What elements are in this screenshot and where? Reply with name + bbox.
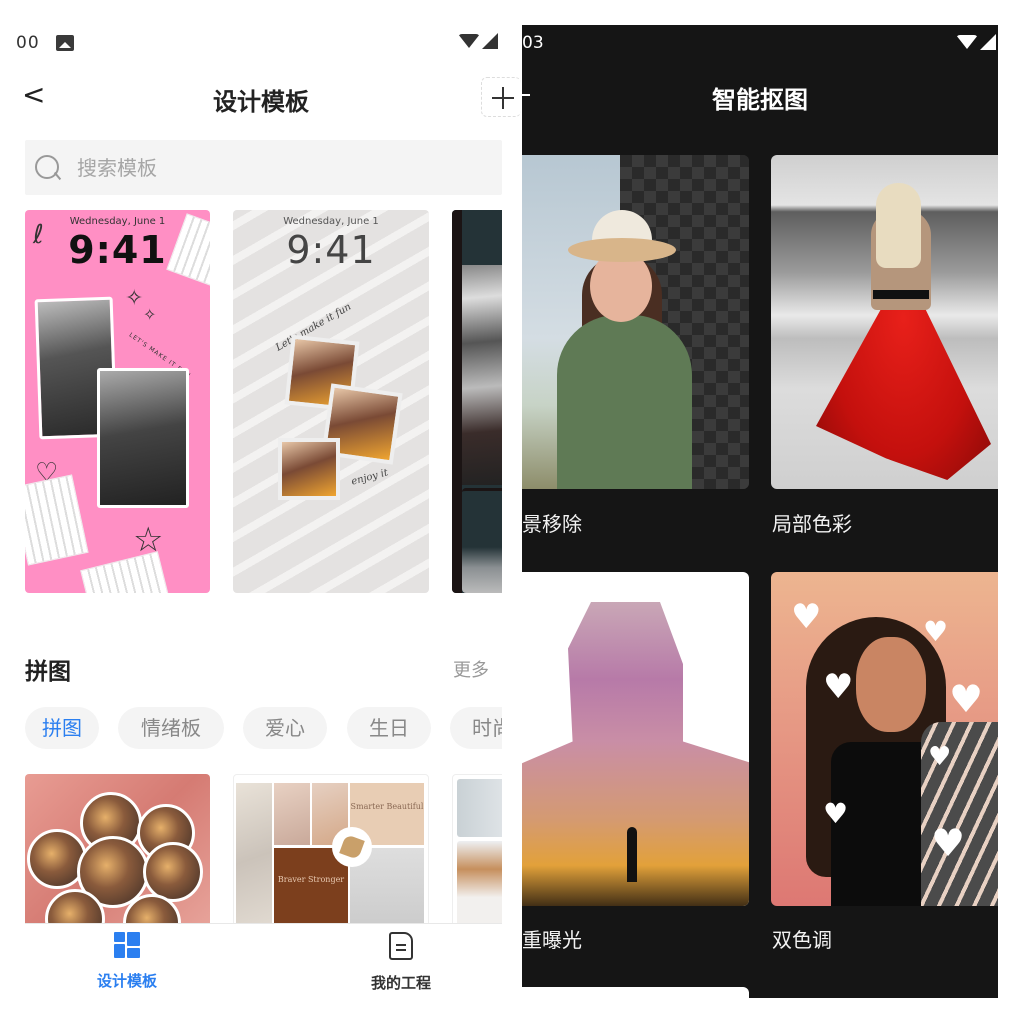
tab-label: 我的工程 bbox=[370, 974, 431, 992]
template-photo bbox=[462, 265, 502, 485]
bottom-nav: 设计模板 我的工程 bbox=[25, 923, 502, 1003]
status-bar-left: 00 bbox=[16, 30, 74, 56]
chip-fashion[interactable]: 时尚 bbox=[450, 707, 502, 749]
status-time: 00 bbox=[16, 33, 40, 53]
feature-photo bbox=[557, 315, 692, 489]
feature-card-color-splash[interactable] bbox=[771, 155, 998, 489]
add-button[interactable] bbox=[481, 77, 521, 117]
feature-card-double-exposure[interactable] bbox=[522, 572, 749, 906]
wifi-icon bbox=[956, 35, 978, 49]
chip-birthday[interactable]: 生日 bbox=[347, 707, 431, 749]
heart-icon: ♥ bbox=[791, 597, 822, 637]
status-time: 03 bbox=[522, 33, 544, 53]
search-icon bbox=[33, 153, 63, 183]
section-header: 拼图 更多 bbox=[25, 652, 495, 686]
flower-icon bbox=[332, 827, 372, 867]
image-icon bbox=[55, 35, 74, 51]
template-card[interactable]: Wednesday, June 1 9:41 ℓ ✧ ✧ LET'S MAKE … bbox=[25, 210, 210, 593]
paper-decoration bbox=[25, 474, 89, 566]
sparkle-doodle-icon: ✧ bbox=[125, 286, 144, 311]
star-doodle-icon: ☆ bbox=[133, 520, 164, 560]
top-nav-bar: < 设计模板 bbox=[0, 70, 522, 122]
template-photo bbox=[462, 488, 502, 593]
moodboard-text: Braver Stronger bbox=[277, 875, 345, 884]
collage-card[interactable] bbox=[452, 774, 502, 924]
feature-label[interactable]: 景移除 bbox=[522, 508, 582, 537]
feature-label[interactable]: 双色调 bbox=[772, 924, 832, 953]
collage-carousel[interactable]: Smarter Beautiful Braver Stronger bbox=[25, 774, 502, 924]
heart-icon: ♥ bbox=[931, 821, 966, 865]
feature-label[interactable]: 局部色彩 bbox=[772, 508, 852, 537]
template-grid-icon bbox=[114, 932, 140, 958]
moodboard-text: Smarter Beautiful bbox=[350, 802, 424, 811]
collage-card[interactable]: Smarter Beautiful Braver Stronger bbox=[233, 774, 429, 924]
category-chips: 拼图 情绪板 爱心 生日 时尚 bbox=[25, 707, 502, 751]
chip-moodboard[interactable]: 情绪板 bbox=[118, 707, 224, 749]
collage-card[interactable] bbox=[25, 774, 210, 924]
heart-icon: ♥ bbox=[823, 667, 854, 707]
chip-love[interactable]: 爱心 bbox=[243, 707, 327, 749]
tab-my-projects[interactable]: 我的工程 bbox=[341, 932, 461, 993]
template-card[interactable] bbox=[452, 210, 502, 593]
feature-card-duotone[interactable]: ♥ ♥ ♥ ♥ ♥ ♥ ♥ bbox=[771, 572, 998, 906]
wifi-icon bbox=[458, 34, 480, 48]
collage-photo bbox=[143, 842, 203, 902]
heart-icon: ♥ bbox=[823, 797, 849, 830]
page-title: 设计模板 bbox=[213, 88, 309, 116]
search-input[interactable] bbox=[77, 155, 457, 180]
sparkle-doodle-icon: ✧ bbox=[143, 305, 157, 324]
more-link[interactable]: 更多 bbox=[453, 656, 489, 682]
document-icon bbox=[389, 932, 413, 960]
swirl-doodle-icon: ℓ bbox=[33, 220, 44, 250]
template-carousel[interactable]: Wednesday, June 1 9:41 ℓ ✧ ✧ LET'S MAKE … bbox=[25, 210, 502, 594]
search-bar[interactable] bbox=[25, 140, 502, 195]
heart-icon: ♥ bbox=[949, 677, 984, 721]
heart-icon: ♥ bbox=[923, 615, 949, 648]
signal-icon bbox=[980, 34, 996, 50]
lock-date: Wednesday, June 1 bbox=[69, 216, 166, 227]
feature-card-partial[interactable] bbox=[522, 987, 749, 998]
template-photo bbox=[97, 368, 189, 508]
section-title: 拼图 bbox=[25, 659, 71, 685]
heart-icon: ♥ bbox=[928, 742, 952, 772]
status-icons bbox=[458, 33, 498, 49]
tab-label: 设计模板 bbox=[96, 972, 157, 990]
signal-icon bbox=[482, 33, 498, 49]
right-screen-smart-cutout: 03 智能抠图 景移除 局部色彩 重曝光 ♥ ♥ ♥ ♥ ♥ ♥ ♥ 双色调 bbox=[522, 25, 998, 998]
page-title: 智能抠图 bbox=[712, 86, 808, 114]
left-screen-design-templates: 00 < 设计模板 Wednesday, June 1 9:41 ℓ ✧ ✧ L… bbox=[0, 0, 522, 1024]
lock-time: 9:41 bbox=[286, 228, 376, 272]
tab-design-templates[interactable]: 设计模板 bbox=[67, 932, 187, 991]
template-photo bbox=[278, 438, 340, 500]
template-card[interactable]: Wednesday, June 1 9:41 Let's make it fun… bbox=[233, 210, 429, 593]
lock-time: 9:41 bbox=[68, 228, 167, 272]
chip-collage[interactable]: 拼图 bbox=[25, 707, 99, 749]
feature-label[interactable]: 重曝光 bbox=[522, 924, 582, 953]
status-icons bbox=[956, 34, 996, 50]
feature-card-background-removal[interactable] bbox=[522, 155, 749, 489]
lock-date: Wednesday, June 1 bbox=[283, 216, 379, 227]
